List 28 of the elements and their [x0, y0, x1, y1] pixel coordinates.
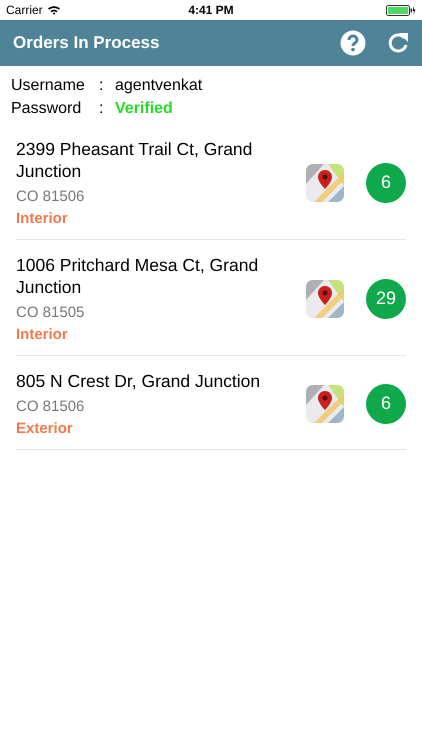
- status-time: 4:41 PM: [187, 3, 235, 17]
- field-label: Username: [11, 76, 86, 96]
- battery-icon: [386, 4, 416, 16]
- order-type: Exterior: [16, 420, 74, 437]
- map-icon[interactable]: [306, 280, 344, 318]
- map-icon[interactable]: [306, 384, 344, 422]
- separator-colon: :: [99, 76, 104, 96]
- count-badge: 6: [366, 384, 406, 424]
- carrier-name: Carrier: [6, 3, 43, 17]
- address-text: 805 N Crest Dr, Grand Junction: [16, 370, 262, 392]
- order-type: Interior: [16, 210, 69, 227]
- zip-text: CO 81505: [16, 304, 86, 321]
- address-text: 1006 Pritchard Mesa Ct, Grand Junction: [16, 254, 260, 298]
- screen-title: Orders In Process: [13, 33, 160, 53]
- address-text: 2399 Pheasant Trail Ct, Grand Junction: [16, 138, 254, 182]
- wifi-icon: [46, 5, 61, 15]
- status-text: Verified: [115, 99, 173, 119]
- map-icon[interactable]: [306, 164, 344, 202]
- zip-text: CO 81506: [16, 188, 86, 205]
- count-badge: 29: [366, 278, 406, 318]
- count-badge: 6: [366, 162, 406, 202]
- zip-text: CO 81506: [16, 398, 86, 415]
- refresh-icon[interactable]: [386, 31, 410, 55]
- separator-colon: :: [99, 99, 104, 119]
- help-icon[interactable]: [340, 30, 366, 56]
- field-label: Password: [11, 99, 82, 119]
- field-value: agentvenkat: [115, 76, 202, 96]
- order-type: Interior: [16, 326, 69, 343]
